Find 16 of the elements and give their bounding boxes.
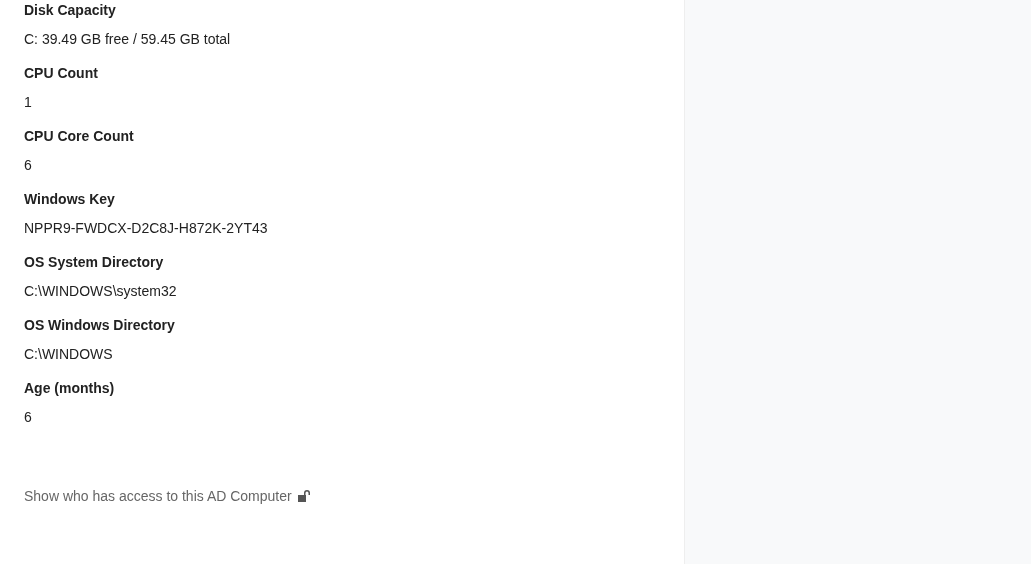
field-label: CPU Core Count bbox=[24, 127, 134, 146]
field-label: OS Windows Directory bbox=[24, 316, 175, 335]
field-value: 1 bbox=[24, 93, 32, 112]
field-label: OS System Directory bbox=[24, 253, 164, 272]
field-label: CPU Count bbox=[24, 64, 98, 83]
field-label: Age (months) bbox=[24, 379, 115, 398]
access-link[interactable]: Show who has access to this AD Computer bbox=[24, 486, 311, 506]
field-value: C:\WINDOWS\system32 bbox=[24, 282, 177, 301]
field-value: NPPR9-FWDCX-D2C8J-H872K-2YT43 bbox=[24, 219, 268, 238]
field-value: 6 bbox=[24, 408, 32, 427]
field-label: Disk Capacity bbox=[24, 1, 116, 20]
unlock-icon bbox=[297, 490, 311, 502]
field-label: Windows Key bbox=[24, 190, 115, 209]
field-value: 6 bbox=[24, 156, 32, 175]
field-value: C:\WINDOWS bbox=[24, 345, 113, 364]
field-value: C: 39.49 GB free / 59.45 GB total bbox=[24, 30, 231, 49]
